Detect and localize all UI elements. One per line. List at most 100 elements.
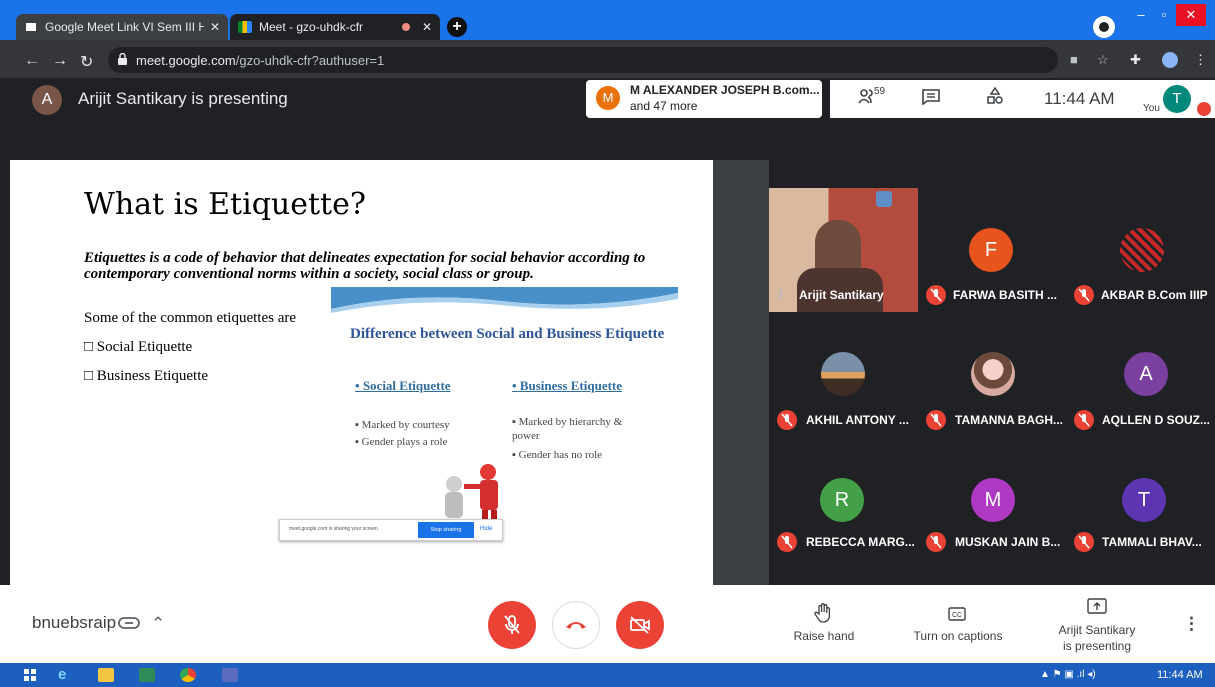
url-text: meet.google.com/gzo-uhdk-cfr?authuser=1 bbox=[136, 53, 385, 68]
participant-name: REBECCA MARG... bbox=[806, 535, 915, 549]
slide-intro: Some of the common etiquettes are bbox=[84, 310, 297, 326]
presenter-avatar: A bbox=[32, 85, 62, 115]
lock-icon bbox=[118, 53, 127, 65]
activities-icon[interactable] bbox=[986, 87, 1004, 105]
star-icon[interactable]: ☆ bbox=[1097, 52, 1109, 68]
tab-google-meet-link[interactable]: Google Meet Link VI Sem III H & ✕ bbox=[16, 14, 228, 40]
list-item: ▪ Marked by hierarchy & power bbox=[512, 416, 623, 442]
profile-icon[interactable] bbox=[1162, 52, 1178, 68]
leave-call-button[interactable] bbox=[552, 601, 600, 649]
camera-off-icon bbox=[630, 616, 650, 634]
minimize-button[interactable]: – bbox=[1130, 4, 1152, 26]
presenter-badge-icon bbox=[876, 191, 892, 207]
speaking-icon: ⁞ bbox=[779, 288, 783, 302]
you-label: You bbox=[1143, 103, 1160, 114]
svg-text:CC: CC bbox=[952, 612, 962, 619]
hang-up-icon bbox=[566, 622, 586, 629]
taskbar-clock: 11:44 AM bbox=[1157, 669, 1203, 681]
list-item: ▪ Marked by courtesy bbox=[355, 419, 450, 431]
tab-title: Meet - gzo-uhdk-cfr bbox=[259, 20, 364, 34]
column-heading-social: • Social Etiquette bbox=[355, 378, 451, 393]
muted-icon bbox=[926, 285, 946, 305]
participant-name: TAMANNA BAGH... bbox=[955, 413, 1063, 427]
close-tab-icon[interactable]: ✕ bbox=[210, 20, 220, 34]
slides-icon bbox=[24, 21, 38, 33]
raise-hand-label[interactable]: Raise hand bbox=[784, 629, 864, 643]
reload-icon[interactable]: ↻ bbox=[80, 52, 93, 72]
slide-definition: Etiquettes is a code of behavior that de… bbox=[84, 250, 646, 282]
slide-bullet: □ Social Etiquette bbox=[84, 339, 193, 355]
self-muted-icon bbox=[1197, 102, 1211, 116]
hide-banner-link[interactable]: Hide bbox=[480, 526, 492, 532]
captions-label[interactable]: Turn on captions bbox=[898, 629, 1018, 643]
participant-count: 59 bbox=[874, 86, 886, 97]
notification-title: M ALEXANDER JOSEPH B.com... bbox=[630, 83, 820, 97]
participant-avatar-image bbox=[971, 352, 1015, 396]
participant-tile[interactable]: T TAMMALI BHAV... bbox=[1068, 440, 1215, 585]
chat-icon[interactable] bbox=[922, 89, 940, 105]
store-icon[interactable] bbox=[139, 668, 155, 682]
file-explorer-icon[interactable] bbox=[98, 668, 114, 682]
raise-hand-icon[interactable] bbox=[814, 603, 832, 623]
app-icon[interactable] bbox=[222, 668, 238, 682]
screen: Google Meet Link VI Sem III H & ✕ Meet -… bbox=[0, 0, 1215, 687]
present-icon[interactable] bbox=[1087, 598, 1107, 614]
new-tab-button[interactable]: + bbox=[447, 17, 467, 37]
participant-tile[interactable]: ⁞ Arijit Santikary bbox=[769, 188, 918, 312]
close-window-button[interactable]: ✕ bbox=[1176, 4, 1206, 26]
presentation-margin bbox=[713, 160, 769, 588]
participant-name: AKHIL ANTONY ... bbox=[806, 413, 909, 427]
muted-icon bbox=[777, 410, 797, 430]
copy-link-icon[interactable] bbox=[118, 616, 140, 630]
internet-explorer-icon[interactable]: e bbox=[58, 667, 74, 682]
tab-title: Google Meet Link VI Sem III H & bbox=[45, 20, 204, 34]
meeting-code: bnuebsraip bbox=[32, 613, 117, 632]
browser-profile-icon[interactable] bbox=[1093, 16, 1115, 38]
notification-subtitle: and 47 more bbox=[630, 99, 698, 113]
column-heading-business: • Business Etiquette bbox=[512, 378, 623, 393]
microphone-button[interactable] bbox=[488, 601, 536, 649]
presenting-status: Arijit Santikary is presenting bbox=[78, 89, 288, 108]
forward-icon[interactable]: → bbox=[52, 52, 68, 70]
embedded-slide-title: Difference between Social and Business E… bbox=[350, 326, 665, 342]
tab-meet[interactable]: Meet - gzo-uhdk-cfr ✕ bbox=[230, 14, 440, 40]
participant-tile[interactable]: R REBECCA MARG... bbox=[769, 440, 918, 585]
slide-wave-decoration bbox=[331, 287, 678, 313]
participant-avatar: A bbox=[1124, 352, 1168, 396]
close-tab-icon[interactable]: ✕ bbox=[422, 20, 432, 34]
maximize-button[interactable]: ▫ bbox=[1152, 4, 1176, 26]
participant-tile[interactable]: AKBAR B.Com IIIP bbox=[1068, 188, 1215, 312]
participant-name: Arijit Santikary bbox=[799, 288, 884, 302]
camera-indicator-icon[interactable]: ■ bbox=[1070, 52, 1078, 67]
windows-start-icon[interactable] bbox=[24, 669, 36, 681]
participant-tile[interactable]: F FARWA BASITH ... bbox=[920, 188, 1067, 312]
participant-name: FARWA BASITH ... bbox=[953, 288, 1058, 302]
presenter-person bbox=[815, 220, 861, 274]
menu-icon[interactable]: ⋮ bbox=[1194, 52, 1207, 68]
back-icon[interactable]: ← bbox=[24, 52, 40, 70]
participant-avatar: F bbox=[969, 228, 1013, 272]
participant-name: AKBAR B.Com IIIP bbox=[1101, 288, 1208, 302]
chrome-icon[interactable] bbox=[180, 668, 196, 682]
participant-tile[interactable]: M MUSKAN JAIN B... bbox=[920, 440, 1067, 585]
share-banner-text: meet.google.com is sharing your screen. bbox=[289, 526, 380, 532]
self-avatar[interactable]: T bbox=[1163, 85, 1191, 113]
camera-button[interactable] bbox=[616, 601, 664, 649]
presenting-name: Arijit Santikary bbox=[1058, 623, 1136, 637]
captions-icon[interactable]: CC bbox=[948, 607, 966, 621]
participant-name: AQLLEN D SOUZ... bbox=[1102, 413, 1210, 427]
list-item: ▪ Gender plays a role bbox=[355, 436, 448, 448]
list-item: ▪ Gender has no role bbox=[512, 449, 603, 461]
system-tray-icons[interactable]: ▲ ⚑ ▣ .ıl ◂) bbox=[1040, 669, 1096, 680]
participant-tile[interactable]: AKHIL ANTONY ... bbox=[769, 314, 918, 438]
extensions-icon[interactable]: ✚ bbox=[1130, 52, 1141, 68]
more-options-icon[interactable]: ⋮ bbox=[1183, 614, 1200, 634]
presenting-label[interactable]: Arijit Santikary is presenting bbox=[1046, 622, 1148, 654]
recording-icon bbox=[401, 23, 410, 31]
notification-avatar: M bbox=[596, 86, 620, 110]
chevron-up-icon[interactable]: ⌃ bbox=[151, 614, 165, 634]
stop-sharing-button[interactable]: Stop sharing bbox=[418, 522, 474, 538]
participant-tile[interactable]: A AQLLEN D SOUZ... bbox=[1068, 314, 1215, 438]
slide-title: What is Etiquette? bbox=[84, 187, 366, 222]
participant-tile[interactable]: TAMANNA BAGH... bbox=[920, 314, 1067, 438]
